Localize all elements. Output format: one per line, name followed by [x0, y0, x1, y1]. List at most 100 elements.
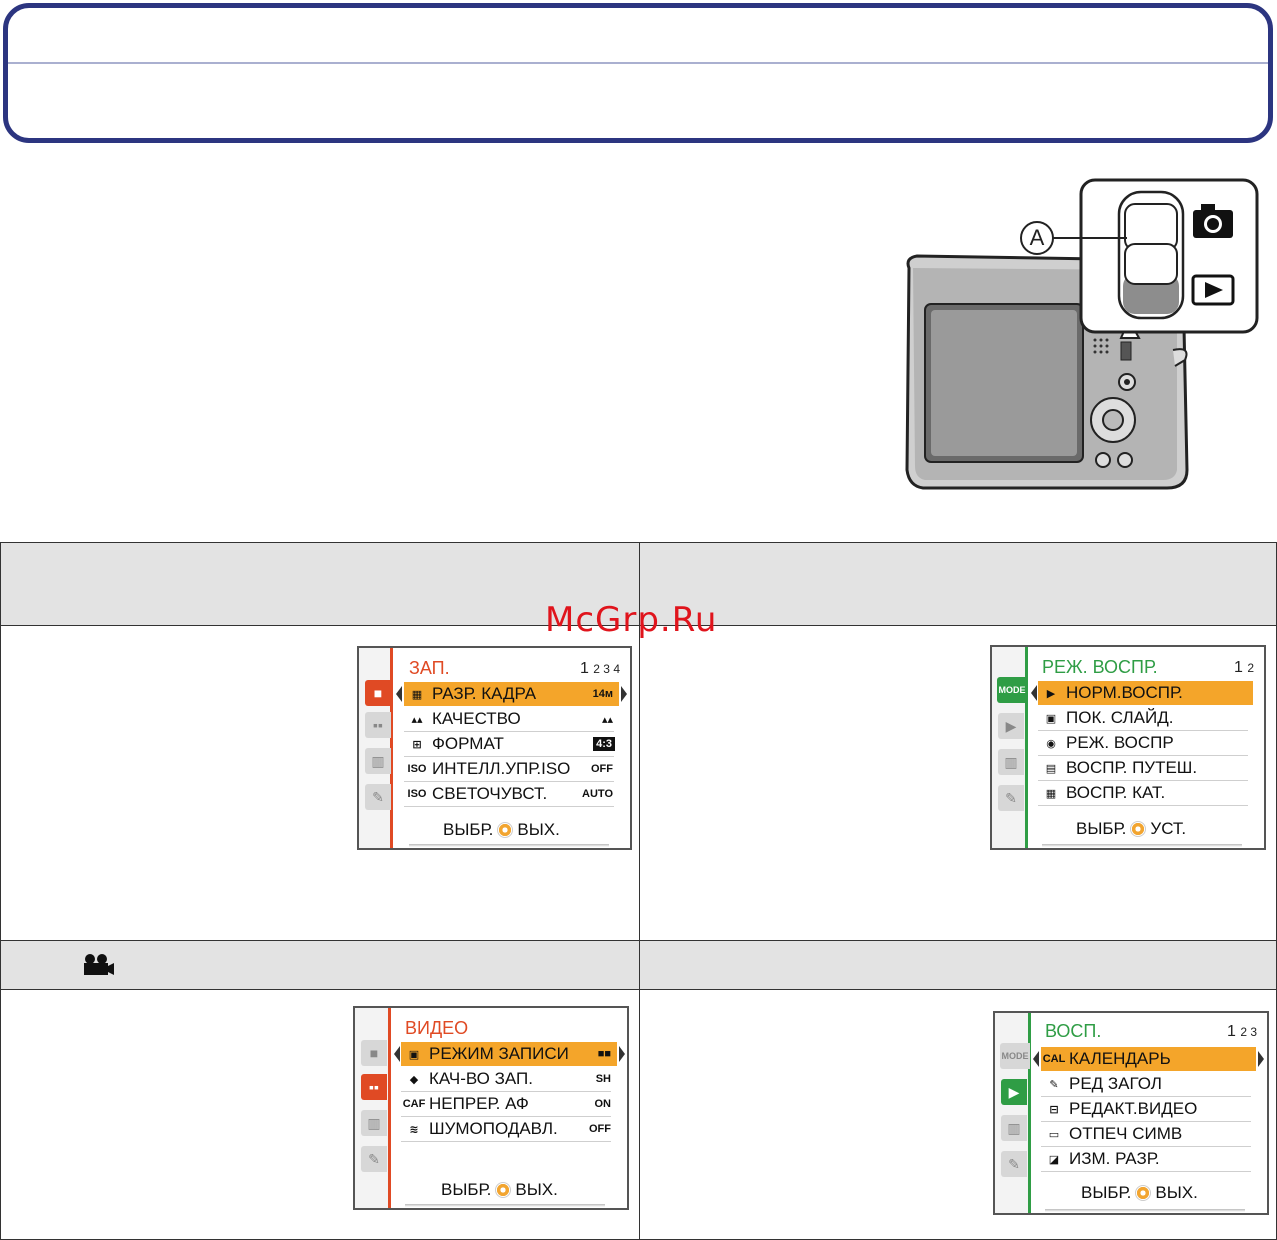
- tab-suitcase[interactable]: ▥: [998, 749, 1024, 775]
- menu-item[interactable]: ⊟ РЕДАКТ.ВИДЕО: [1041, 1097, 1256, 1121]
- tab-suitcase[interactable]: ▥: [365, 748, 391, 774]
- menu-item[interactable]: ▴▴ КАЧЕСТВО ▴▴: [404, 707, 619, 731]
- tab-setup[interactable]: ✎: [365, 784, 391, 810]
- suitcase-icon: ▥: [1004, 753, 1018, 770]
- menu-item-label: СВЕТОЧУВСТ.: [432, 784, 548, 803]
- grid-header-right: [639, 542, 1277, 626]
- page-indicator: 1 2 3: [1226, 1023, 1257, 1040]
- tab-rec[interactable]: ■: [365, 680, 391, 706]
- tab-mode[interactable]: MODE: [1000, 1043, 1030, 1069]
- suitcase-icon: ▥: [1007, 1119, 1021, 1136]
- tab-suitcase[interactable]: ▥: [361, 1110, 387, 1136]
- rec-menu-screen: ■ ▪▪ ▥ ✎ ЗАП. 1 2 3 4 ▦ РАЗР. КАДРА 14м …: [357, 646, 632, 850]
- tab-rec[interactable]: ■: [361, 1040, 387, 1066]
- menu-item[interactable]: ◉ РЕЖ. ВОСПР: [1038, 731, 1253, 755]
- arrow-left-icon[interactable]: [1031, 685, 1037, 701]
- watermark: McGrp.Ru: [545, 600, 718, 640]
- rec-quality-icon: ◆: [409, 1073, 419, 1086]
- menu-item-value: OFF: [591, 763, 613, 775]
- callout-label-a: A: [1029, 225, 1045, 250]
- menu-item-value: 4:3: [593, 737, 615, 751]
- tab-playback[interactable]: ▶: [1001, 1079, 1027, 1105]
- joystick-icon: [1130, 821, 1147, 837]
- resolution-icon: ▦: [411, 688, 423, 701]
- menu-item-label: ВОСПР. КАТ.: [1066, 783, 1166, 802]
- menu-footer: ВЫБР. ВЫХ.: [441, 1180, 558, 1199]
- menu-item-value: ▴▴: [601, 713, 613, 726]
- menu-item[interactable]: CAL КАЛЕНДАРЬ: [1041, 1047, 1256, 1071]
- tab-video[interactable]: ▪▪: [361, 1074, 387, 1100]
- menu-item-label: РЕДАКТ.ВИДЕО: [1069, 1099, 1198, 1118]
- tab-sidebar: [355, 1008, 389, 1208]
- menu-item-label: ИНТЕЛЛ.УПР.ISO: [432, 759, 571, 778]
- menu-item[interactable]: ≋ ШУМОПОДАВЛ. OFF: [401, 1117, 617, 1141]
- calendar-icon: CAL: [1042, 1053, 1066, 1065]
- menu-item[interactable]: ISO ИНТЕЛЛ.УПР.ISO OFF: [404, 757, 619, 781]
- suitcase-icon: ▥: [367, 1114, 381, 1131]
- menu-item[interactable]: ▣ РЕЖИМ ЗАПИСИ ■■: [401, 1042, 617, 1066]
- wrench-icon: ✎: [372, 788, 384, 805]
- wrench-icon: ✎: [368, 1150, 380, 1167]
- tab-suitcase[interactable]: ▥: [1001, 1115, 1027, 1141]
- menu-item[interactable]: ▦ ВОСПР. КАТ.: [1038, 781, 1253, 805]
- tab-playback[interactable]: ▶: [998, 713, 1024, 739]
- menu-item[interactable]: ▣ ПОК. СЛАЙД.: [1038, 706, 1253, 730]
- menu-item[interactable]: ✎ РЕД ЗАГОЛ: [1041, 1072, 1256, 1096]
- suitcase-icon: ▥: [371, 752, 385, 769]
- slideshow-icon: ▣: [1045, 712, 1057, 725]
- menu-item[interactable]: ▭ ОТПЕЧ СИМВ: [1041, 1122, 1256, 1146]
- play-icon: ▶: [1008, 1083, 1020, 1100]
- category-play-icon: ▦: [1045, 787, 1057, 800]
- header-divider: [8, 62, 1268, 64]
- menu-item-value: ■■: [597, 1048, 611, 1060]
- title-edit-icon: ✎: [1049, 1078, 1059, 1091]
- footer-shadow: [1045, 1209, 1245, 1212]
- joystick-icon: [497, 822, 514, 838]
- menu-item[interactable]: ▶ НОРМ.ВОСПР.: [1038, 681, 1253, 705]
- arrow-right-icon[interactable]: [621, 686, 627, 702]
- menu-item[interactable]: ⊞ ФОРМАТ 4:3: [404, 732, 619, 756]
- menu-item-label: ОТПЕЧ СИМВ: [1069, 1124, 1183, 1143]
- arrow-left-icon[interactable]: [396, 686, 402, 702]
- menu-item[interactable]: CAF НЕПРЕР. АФ ON: [401, 1092, 617, 1116]
- menu-item-label: ШУМОПОДАВЛ.: [429, 1119, 558, 1138]
- mode-play-icon: ◉: [1046, 737, 1056, 750]
- iso-icon: ISO: [407, 788, 427, 800]
- camera-icon: ■: [373, 685, 383, 701]
- menu-item[interactable]: ▤ ВОСПР. ПУТЕШ.: [1038, 756, 1253, 780]
- arrow-right-icon[interactable]: [1258, 1051, 1264, 1067]
- row-divider: [1038, 805, 1248, 806]
- menu-item-label: ВОСПР. ПУТЕШ.: [1066, 758, 1198, 777]
- tab-mode[interactable]: MODE: [997, 677, 1027, 703]
- menu-item-label: НЕПРЕР. АФ: [429, 1094, 529, 1113]
- menu-item-label: ФОРМАТ: [432, 734, 504, 753]
- menu-item[interactable]: ◪ ИЗМ. РАЗР.: [1041, 1147, 1256, 1171]
- menu-footer: ВЫБР. ВЫХ.: [443, 820, 560, 839]
- sidebar-accent-line: [388, 1008, 391, 1208]
- tab-video[interactable]: ▪▪: [365, 712, 391, 738]
- iso-icon: ISO: [407, 763, 427, 775]
- play-mode-menu-screen: MODE ▶ ▥ ✎ РЕЖ. ВОСПР. 1 2 ▶ НОРМ.ВОСПР.…: [990, 645, 1266, 850]
- rec-mode-icon: ▣: [408, 1048, 420, 1061]
- video-edit-icon: ⊟: [1049, 1103, 1059, 1116]
- menu-item-value: ON: [594, 1098, 612, 1110]
- menu-item[interactable]: ▦ РАЗР. КАДРА 14м: [404, 682, 619, 706]
- menu-item-label: РЕД ЗАГОЛ: [1069, 1074, 1162, 1093]
- header-box: [3, 3, 1273, 143]
- menu-title: РЕЖ. ВОСПР.: [1042, 657, 1158, 677]
- menu-item-label: ИЗМ. РАЗР.: [1069, 1149, 1160, 1168]
- menu-item[interactable]: ◆ КАЧ-ВО ЗАП. SH: [401, 1067, 617, 1091]
- arrow-left-icon[interactable]: [394, 1046, 400, 1062]
- menu-item[interactable]: ISO СВЕТОЧУВСТ. AUTO: [404, 782, 619, 806]
- playback-menu-screen: MODE ▶ ▥ ✎ ВОСП. 1 2 3 CAL КАЛЕНДАРЬ ✎ Р…: [993, 1011, 1269, 1215]
- tab-setup[interactable]: ✎: [1001, 1151, 1027, 1177]
- tab-setup[interactable]: ✎: [361, 1146, 387, 1172]
- movie-camera-icon: ▪▪: [369, 1079, 379, 1095]
- tab-setup[interactable]: ✎: [998, 785, 1024, 811]
- wind-cut-icon: ≋: [409, 1123, 419, 1136]
- joystick-icon: [1135, 1185, 1152, 1201]
- movie-camera-icon: ▪▪: [373, 717, 383, 733]
- arrow-left-icon[interactable]: [1033, 1051, 1039, 1067]
- arrow-right-icon[interactable]: [619, 1046, 625, 1062]
- grid-header-playback: [639, 940, 1277, 990]
